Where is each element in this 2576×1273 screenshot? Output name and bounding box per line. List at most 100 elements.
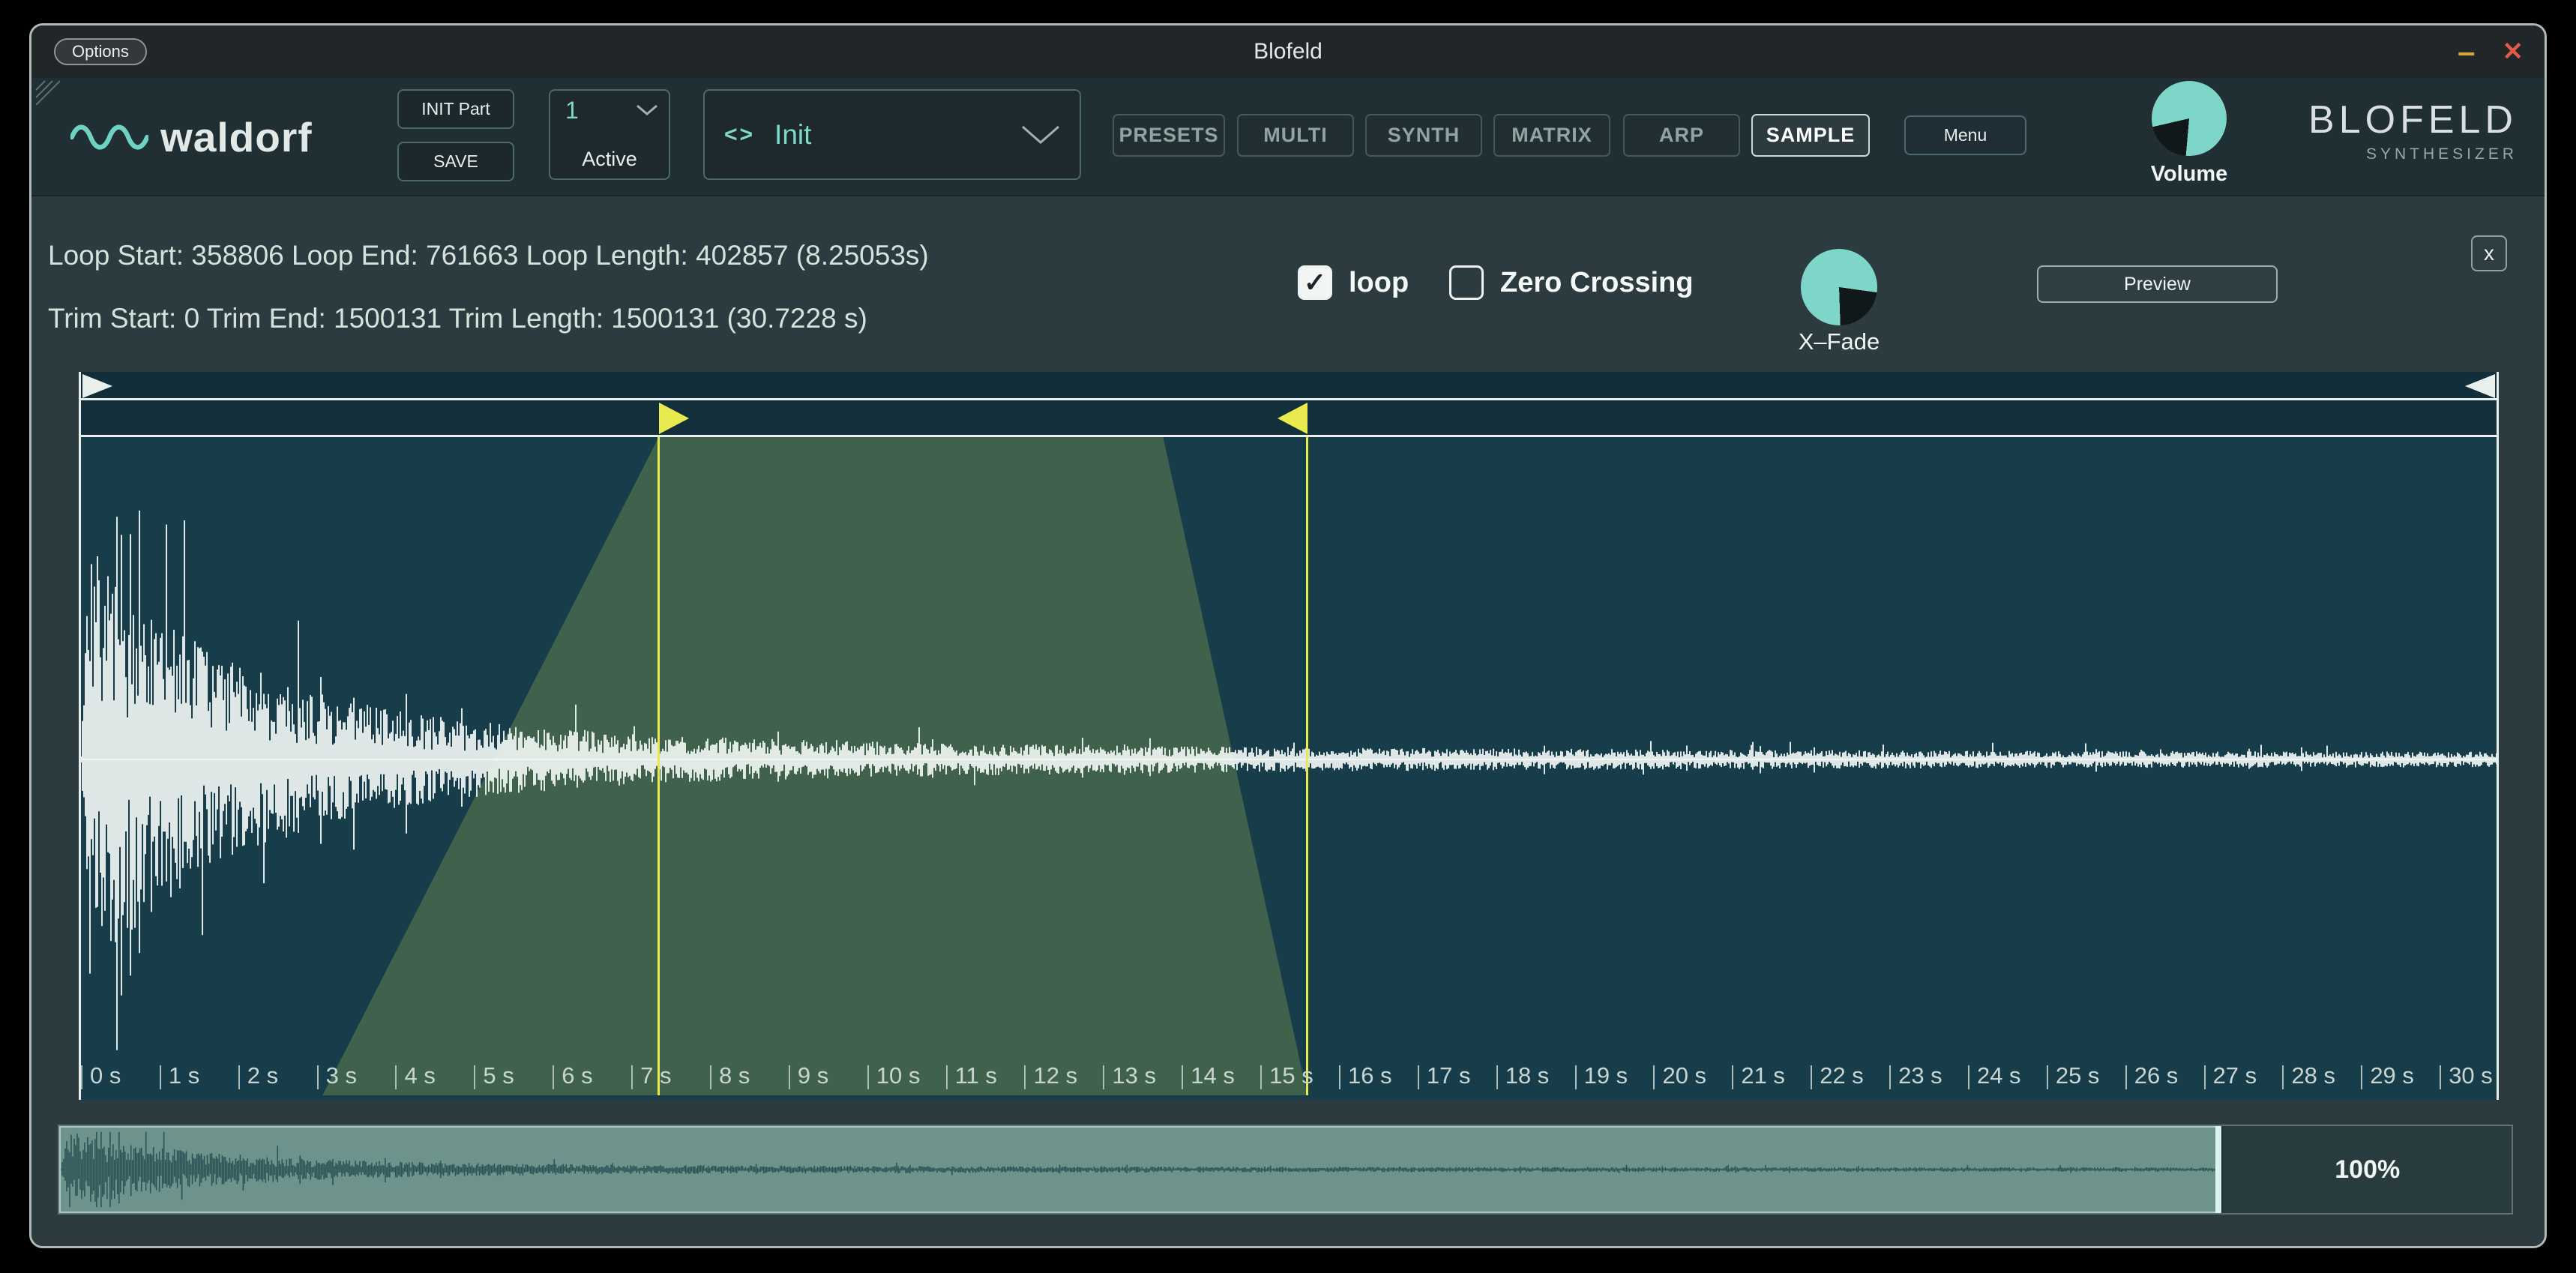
waveform-area[interactable]: 0 s1 s2 s3 s4 s5 s6 s7 s8 s9 s10 s11 s12… (81, 437, 2497, 1095)
zero-crossing-checkbox[interactable]: ✓ (1449, 265, 1484, 300)
time-tick (160, 1065, 161, 1089)
part-selector-value: 1 (565, 97, 579, 124)
time-tick (946, 1065, 948, 1089)
loop-checkbox-label: loop (1349, 265, 1409, 300)
app-window: Options Blofeld – ✕ waldorf INIT Part SA… (29, 23, 2547, 1248)
header: waldorf INIT Part SAVE 1 Active <> Init … (31, 78, 2545, 196)
time-tick (553, 1065, 554, 1089)
xfade-knob[interactable] (1801, 249, 1877, 325)
time-label: 13 s (1112, 1062, 1156, 1089)
loop-checkbox[interactable]: ✓ (1298, 265, 1332, 300)
nav-tab-matrix[interactable]: MATRIX (1493, 114, 1610, 157)
save-button[interactable]: SAVE (397, 142, 514, 181)
time-label: 0 s (90, 1062, 121, 1089)
time-tick (789, 1065, 790, 1089)
time-label: 20 s (1662, 1062, 1706, 1089)
brand-title: BLOFELD (2308, 97, 2518, 142)
nav-tab-presets[interactable]: PRESETS (1113, 114, 1225, 157)
loop-start-line (657, 437, 660, 1095)
loop-end-marker[interactable] (1278, 403, 1307, 434)
time-tick (867, 1065, 869, 1089)
time-label: 30 s (2449, 1062, 2493, 1089)
trim-start-marker[interactable] (82, 374, 112, 398)
titlebar: Options Blofeld – ✕ (31, 25, 2545, 78)
waveform-display: 0 s1 s2 s3 s4 s5 s6 s7 s8 s9 s10 s11 s12… (79, 372, 2499, 1100)
time-tick (1339, 1065, 1340, 1089)
time-label: 22 s (1820, 1062, 1864, 1089)
time-tick (1182, 1065, 1183, 1089)
options-button[interactable]: Options (54, 38, 147, 65)
time-label: 16 s (1348, 1062, 1392, 1089)
time-tick (2204, 1065, 2206, 1089)
time-label: 29 s (2370, 1062, 2414, 1089)
time-tick (1811, 1065, 1812, 1089)
time-tick (474, 1065, 475, 1089)
time-tick (1653, 1065, 1655, 1089)
time-label: 3 s (326, 1062, 357, 1089)
time-tick (1889, 1065, 1891, 1089)
time-tick (238, 1065, 240, 1089)
part-active-label: Active (550, 148, 669, 171)
time-tick (1024, 1065, 1026, 1089)
prev-next-icon: <> (724, 122, 755, 148)
preset-name: Init (774, 119, 811, 151)
trim-info-text: Trim Start: 0 Trim End: 1500131 Trim Len… (48, 303, 867, 334)
time-label: 25 s (2056, 1062, 2100, 1089)
preset-selector[interactable]: <> Init (703, 89, 1081, 180)
close-button[interactable]: ✕ (2503, 39, 2524, 64)
time-tick (2125, 1065, 2127, 1089)
nav-tab-arp[interactable]: ARP (1623, 114, 1740, 157)
time-tick (1260, 1065, 1262, 1089)
time-label: 9 s (798, 1062, 828, 1089)
nav-tab-sample[interactable]: SAMPLE (1751, 114, 1870, 157)
loop-start-marker[interactable] (659, 403, 689, 434)
time-label: 1 s (169, 1062, 199, 1089)
time-label: 24 s (1977, 1062, 2021, 1089)
time-label: 8 s (719, 1062, 750, 1089)
nav-tab-synth[interactable]: SYNTH (1365, 114, 1482, 157)
overview-scrollbar[interactable]: 100% (58, 1125, 2513, 1215)
time-label: 17 s (1427, 1062, 1471, 1089)
preview-button[interactable]: Preview (2037, 265, 2278, 303)
overview-visible-region[interactable] (59, 1126, 2217, 1213)
waveform-svg (81, 437, 2497, 1095)
time-tick (395, 1065, 397, 1089)
editor-close-button[interactable]: x (2471, 235, 2507, 271)
trim-end-marker[interactable] (2465, 374, 2495, 398)
part-selector[interactable]: 1 Active (549, 89, 670, 180)
menu-button[interactable]: Menu (1904, 115, 2026, 155)
time-label: 12 s (1033, 1062, 1077, 1089)
time-label: 18 s (1505, 1062, 1550, 1089)
time-tick (631, 1065, 633, 1089)
init-part-button[interactable]: INIT Part (397, 89, 514, 129)
zoom-level-region: 100% (2223, 1126, 2512, 1213)
time-label: 23 s (1898, 1062, 1942, 1089)
time-label: 11 s (955, 1062, 997, 1089)
time-label: 4 s (404, 1062, 435, 1089)
time-tick (2282, 1065, 2284, 1089)
xfade-label: X–Fade (1778, 328, 1900, 355)
trim-marker-row (81, 372, 2497, 400)
time-tick (1103, 1065, 1104, 1089)
window-controls: – ✕ (2458, 25, 2524, 78)
time-label: 14 s (1191, 1062, 1235, 1089)
chevron-down-icon (636, 104, 658, 116)
minimize-button[interactable]: – (2458, 36, 2475, 67)
overview-drag-handle[interactable] (2215, 1126, 2221, 1213)
time-tick (1496, 1065, 1498, 1089)
chevron-down-icon (1021, 125, 1060, 145)
window-title: Blofeld (1254, 39, 1322, 64)
blofeld-brand-logo: BLOFELD SYNTHESIZER (2308, 97, 2518, 163)
time-label: 7 s (640, 1062, 671, 1089)
volume-knob[interactable] (2152, 81, 2227, 156)
check-icon: ✓ (1300, 268, 1330, 298)
time-label: 27 s (2213, 1062, 2257, 1089)
waldorf-logo: waldorf (70, 78, 313, 196)
time-label: 2 s (247, 1062, 278, 1089)
zoom-level-label: 100% (2335, 1155, 2400, 1185)
time-tick (1575, 1065, 1577, 1089)
loop-info-text: Loop Start: 358806 Loop End: 761663 Loop… (48, 240, 929, 271)
time-tick (1418, 1065, 1419, 1089)
nav-tab-multi[interactable]: MULTI (1237, 114, 1354, 157)
overview-waveform-svg (61, 1128, 2215, 1212)
